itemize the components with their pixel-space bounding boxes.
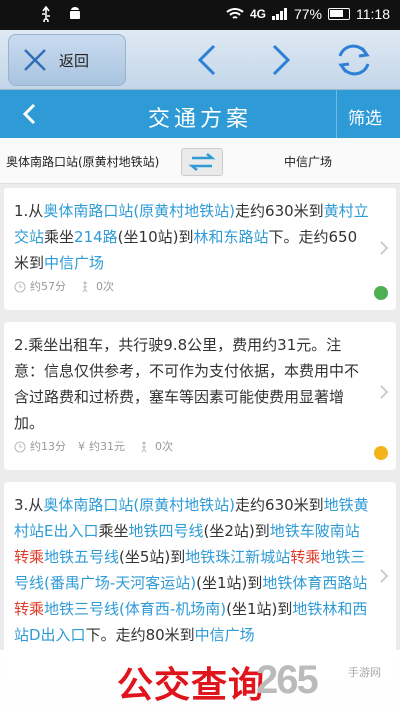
walk-icon bbox=[82, 281, 88, 293]
plan-text-segment: (坐2站)到 bbox=[203, 522, 270, 540]
plan-text-segment: 3.从 bbox=[14, 496, 44, 514]
title-bar: 交通方案 筛选 bbox=[0, 90, 400, 138]
plan-text-segment: (坐1站)到 bbox=[196, 574, 263, 592]
stop-link: 地铁珠江新城站 bbox=[185, 548, 291, 566]
stop-link: 地铁五号线 bbox=[44, 548, 120, 566]
status-bar: 4G 77% 11:18 bbox=[0, 0, 400, 30]
stop-link: 奥体南路口站(原黄村地铁站) bbox=[43, 496, 236, 514]
swap-button[interactable] bbox=[181, 148, 223, 176]
bus-icon bbox=[374, 286, 388, 300]
next-page-icon[interactable] bbox=[258, 40, 302, 80]
stop-link: 中信广场 bbox=[194, 626, 255, 644]
transfer-label: 转乘 bbox=[14, 548, 45, 566]
swap-icon bbox=[188, 153, 216, 171]
plan-time: 约57分 bbox=[30, 280, 66, 293]
stop-link: 奥体南路口站(原黄村地铁站) bbox=[43, 202, 236, 220]
stop-link: 地铁体育西路站 bbox=[262, 574, 368, 592]
plan-description: 3.从奥体南路口站(原黄村地铁站)走约630米到地铁黄村站E出入口乘坐地铁四号线… bbox=[14, 492, 370, 648]
plan-text-segment: 下。走约80米到 bbox=[85, 626, 195, 644]
signal-icon bbox=[271, 8, 287, 20]
plan-text-segment: 走约630米到 bbox=[235, 496, 324, 514]
close-back-button[interactable]: 返回 bbox=[8, 34, 126, 86]
stop-link: 地铁车陂南站 bbox=[269, 522, 360, 540]
transfer-label: 转乘 bbox=[14, 600, 45, 618]
plan-text-segment: (坐5站)到 bbox=[119, 548, 186, 566]
stop-link: 地铁四号线 bbox=[128, 522, 204, 540]
filter-button[interactable]: 筛选 bbox=[348, 104, 382, 129]
stop-link: 地铁三号线(体育西-机场南) bbox=[44, 600, 227, 618]
destination-field[interactable]: 中信广场 bbox=[284, 153, 332, 170]
plan-description: 1.从奥体南路口站(原黄村地铁站)走约630米到黄村立交站乘坐214路(坐10站… bbox=[14, 198, 370, 276]
plan-text-segment: 乘坐 bbox=[98, 522, 129, 540]
stop-link: 中信广场 bbox=[44, 254, 105, 272]
stop-link: 林和东路站 bbox=[193, 228, 269, 246]
battery-percent: 77% bbox=[293, 6, 322, 22]
yen-icon: ¥ bbox=[78, 440, 85, 453]
chevron-right-icon bbox=[380, 385, 389, 399]
plan-text-segment: 乘坐 bbox=[44, 228, 75, 246]
battery-icon bbox=[328, 8, 350, 20]
plan-meta: 约13分 ¥ 约31元 0次 bbox=[14, 434, 173, 460]
title-divider bbox=[336, 90, 337, 138]
plan-transfers: 0次 bbox=[155, 440, 173, 453]
stop-link: 214路 bbox=[74, 228, 118, 246]
plan-text-segment: 走约630米到 bbox=[235, 202, 324, 220]
chevron-right-icon bbox=[380, 569, 389, 583]
usb-icon bbox=[42, 6, 50, 22]
transfer-label: 转乘 bbox=[290, 548, 321, 566]
plan-description: 2.乘坐出租车，共行驶9.8公里，费用约31元。注意：信息仅供参考，不可作为支付… bbox=[14, 332, 370, 436]
plan-card[interactable]: 2.乘坐出租车，共行驶9.8公里，费用约31元。注意：信息仅供参考，不可作为支付… bbox=[4, 322, 396, 470]
clock-icon bbox=[14, 281, 26, 293]
android-icon bbox=[70, 7, 80, 19]
back-label: 返回 bbox=[59, 51, 90, 70]
plan-meta: 约57分 0次 bbox=[14, 274, 114, 300]
refresh-icon[interactable] bbox=[332, 40, 376, 80]
plan-text-segment: 1.从 bbox=[14, 202, 44, 220]
browser-toolbar: 返回 bbox=[0, 30, 400, 90]
plan-text-segment: (坐1站)到 bbox=[226, 600, 293, 618]
watermark-site: 手游网 bbox=[348, 666, 381, 679]
previous-page-icon[interactable] bbox=[186, 40, 230, 80]
taxi-icon bbox=[374, 446, 388, 460]
watermark-logo: 265 bbox=[256, 658, 319, 702]
origin-destination-bar: 奥体南路口站(原黄村地铁站) 中信广场 bbox=[0, 138, 400, 184]
clock: 11:18 bbox=[356, 6, 390, 22]
plan-card[interactable]: 1.从奥体南路口站(原黄村地铁站)走约630米到黄村立交站乘坐214路(坐10站… bbox=[4, 188, 396, 310]
plan-cost: 约31元 bbox=[89, 440, 125, 453]
plan-text-segment: (坐10站)到 bbox=[117, 228, 194, 246]
plan-transfers: 0次 bbox=[96, 280, 114, 293]
banner-text: 公交查询 bbox=[117, 665, 266, 706]
origin-field[interactable]: 奥体南路口站(原黄村地铁站) bbox=[6, 153, 159, 170]
walk-icon bbox=[141, 441, 147, 453]
page-title: 交通方案 bbox=[147, 107, 252, 132]
clock-icon bbox=[14, 441, 26, 453]
footer-banner: 公交查询 265 手游网 bbox=[0, 650, 400, 711]
chevron-right-icon bbox=[380, 241, 389, 255]
network-type: 4G bbox=[249, 7, 266, 21]
plan-time: 约13分 bbox=[30, 440, 66, 453]
close-icon bbox=[24, 49, 46, 71]
wifi-icon bbox=[226, 8, 244, 19]
plan-text-segment: 2.乘坐出租车，共行驶9.8公里，费用约31元。注意：信息仅供参考，不可作为支付… bbox=[14, 336, 360, 432]
